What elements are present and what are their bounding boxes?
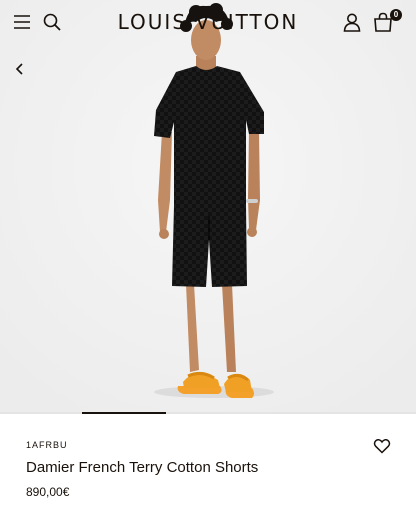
product-name: Damier French Terry Cotton Shorts <box>26 459 259 476</box>
product-price: 890,00€ <box>26 485 70 499</box>
heart-icon[interactable] <box>373 437 391 455</box>
brand-logo[interactable]: LOUIS VUITTON <box>98 9 318 35</box>
search-icon[interactable] <box>42 12 62 32</box>
menu-icon[interactable] <box>12 12 32 32</box>
product-info-panel: 1AFRBU Damier French Terry Cotton Shorts… <box>0 414 416 531</box>
product-sku: 1AFRBU <box>26 440 68 450</box>
bag-count-badge: 0 <box>390 9 402 21</box>
site-header: LOUIS VUITTON 0 <box>0 0 416 44</box>
product-image <box>0 0 416 414</box>
account-icon[interactable] <box>342 12 362 32</box>
chevron-left-icon[interactable] <box>12 61 28 77</box>
